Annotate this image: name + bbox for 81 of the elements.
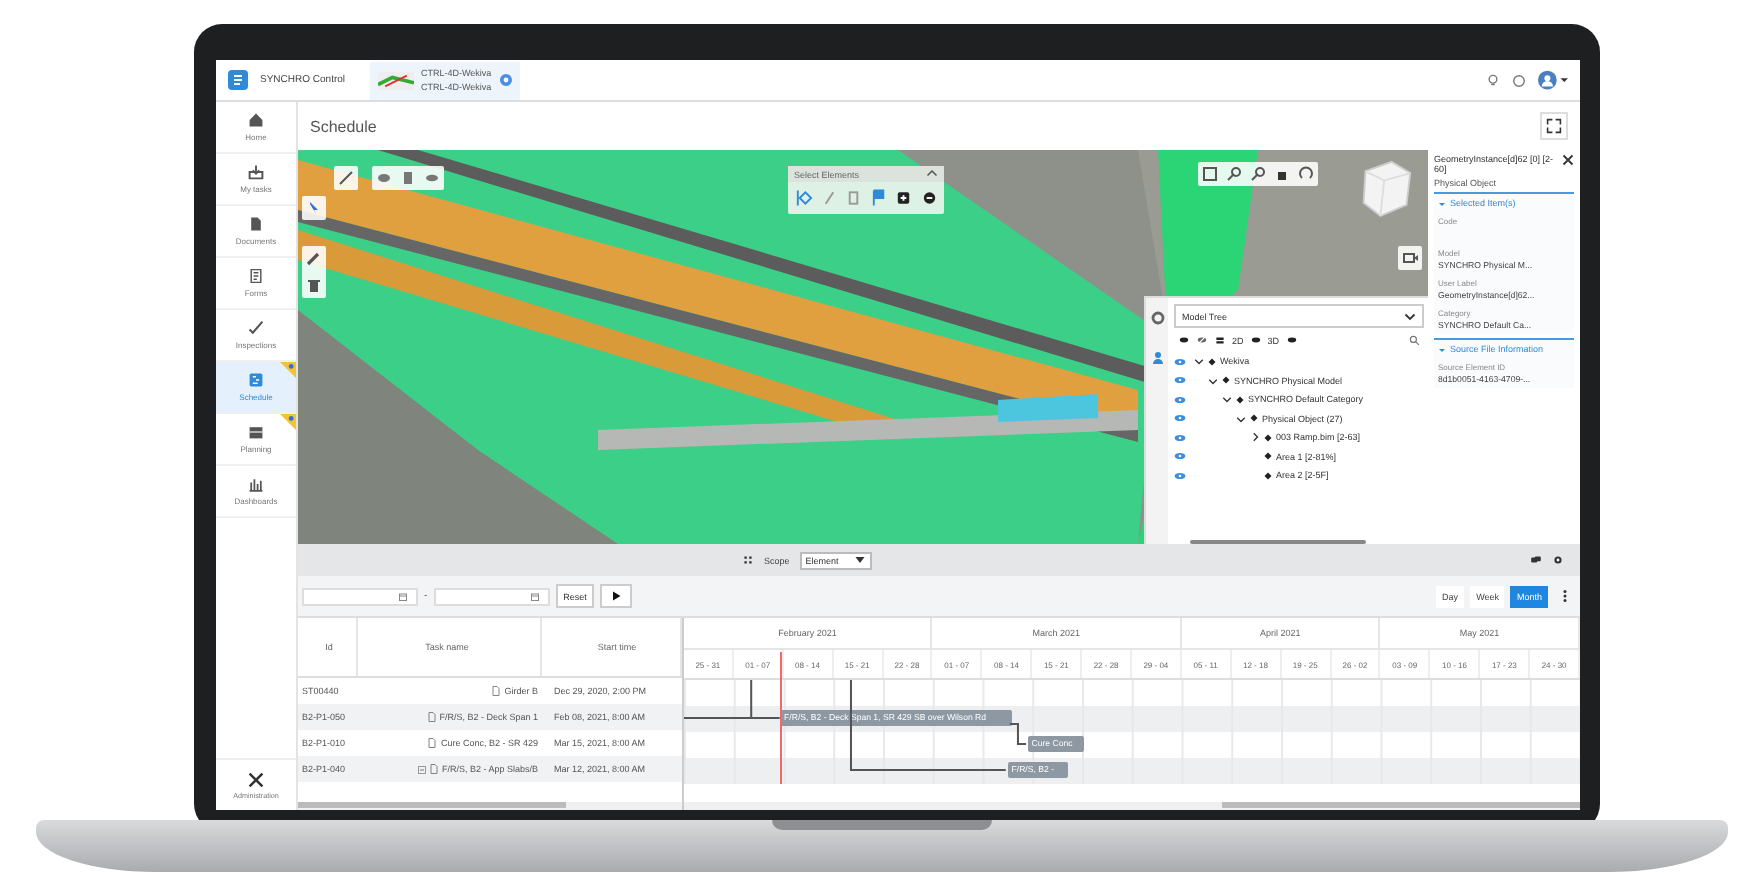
collapse-toggle-icon[interactable] <box>417 765 426 773</box>
grid-toggle-icon[interactable] <box>742 554 754 566</box>
pencil-icon[interactable] <box>304 248 324 268</box>
measure-icon[interactable] <box>336 168 356 188</box>
calendar-icon <box>398 591 408 601</box>
end-date-field[interactable] <box>433 587 550 605</box>
shape-icon[interactable] <box>374 168 394 188</box>
camera-icon[interactable] <box>1400 248 1420 268</box>
plus-icon[interactable] <box>894 188 913 208</box>
page-title: Schedule <box>310 117 377 135</box>
lightbulb-icon[interactable] <box>1486 73 1500 87</box>
nav-icon <box>248 372 264 388</box>
app-logo-icon <box>228 70 248 90</box>
today-marker <box>780 652 783 784</box>
node-icon <box>1264 471 1272 480</box>
project-thumbnail-icon <box>377 71 414 89</box>
eye-icon[interactable] <box>1285 334 1298 346</box>
link-icon[interactable] <box>1530 554 1542 566</box>
collapse-icon[interactable] <box>926 168 938 180</box>
calendar-icon <box>529 591 540 601</box>
eye-off-icon[interactable] <box>1196 334 1208 346</box>
expand-caret-icon[interactable] <box>1208 375 1218 386</box>
visibility-eye-icon[interactable] <box>1174 414 1186 423</box>
visibility-eye-icon[interactable] <box>1174 376 1186 385</box>
node-icon <box>1264 452 1272 461</box>
visibility-eye-icon[interactable] <box>1174 433 1186 442</box>
eye-icon[interactable] <box>1178 334 1190 346</box>
document-icon <box>427 712 436 722</box>
chevron-down-icon <box>1404 310 1416 322</box>
visibility-eye-icon[interactable] <box>1174 357 1186 366</box>
visibility-eye-icon[interactable] <box>1174 471 1186 480</box>
dependency-line <box>1009 723 1027 745</box>
nav-icon <box>248 268 264 284</box>
nav-icon <box>248 424 264 440</box>
cursor-icon[interactable] <box>304 198 324 218</box>
document-icon <box>429 764 438 774</box>
search-icon[interactable] <box>1408 334 1420 346</box>
node-icon <box>1222 376 1230 385</box>
eye-icon[interactable] <box>1249 334 1262 346</box>
nav-icon <box>248 112 264 128</box>
scrollbar-thumb[interactable] <box>1221 802 1580 808</box>
node-icon <box>1250 414 1258 423</box>
visibility-eye-icon[interactable] <box>1174 395 1186 404</box>
expand-caret-icon[interactable] <box>1222 394 1232 405</box>
box-icon[interactable] <box>398 168 418 188</box>
document-icon <box>428 738 437 748</box>
minus-icon[interactable] <box>919 188 938 208</box>
gear-icon[interactable] <box>1147 308 1167 328</box>
play-icon <box>610 590 623 602</box>
fullscreen-icon[interactable] <box>1540 112 1568 140</box>
chevron-icon <box>1438 345 1446 353</box>
trash-icon[interactable] <box>304 276 324 296</box>
node-icon <box>1236 395 1244 404</box>
dropdown-arrow-icon <box>854 554 867 566</box>
nav-icon <box>248 476 264 492</box>
chevron-icon <box>1438 199 1446 207</box>
expand-caret-icon[interactable] <box>1250 432 1260 443</box>
avatar-icon[interactable] <box>1538 70 1568 90</box>
start-date-field[interactable] <box>302 587 418 605</box>
node-icon <box>1208 357 1216 366</box>
more-options-icon[interactable] <box>1562 588 1568 604</box>
nav-icon <box>248 164 264 180</box>
nav-icon <box>248 216 264 232</box>
scrollbar-thumb[interactable] <box>298 802 567 808</box>
node-icon <box>1264 433 1272 442</box>
dependency-line <box>684 680 781 719</box>
nav-icon <box>248 320 264 336</box>
zoom-in-icon[interactable] <box>1224 164 1244 184</box>
zoom-icon[interactable] <box>1248 164 1268 184</box>
layers-icon[interactable] <box>1214 334 1226 346</box>
close-icon[interactable] <box>1562 154 1574 166</box>
play-button[interactable] <box>600 584 633 608</box>
visibility-eye-icon[interactable] <box>1174 452 1186 461</box>
person-icon[interactable] <box>1147 348 1167 368</box>
rotate-icon[interactable] <box>1296 164 1316 184</box>
document-icon <box>492 686 501 696</box>
expand-caret-icon[interactable] <box>1236 413 1246 424</box>
select-icon[interactable] <box>794 188 813 208</box>
settings-icon[interactable] <box>1552 554 1564 566</box>
expand-caret-icon[interactable] <box>1194 356 1204 367</box>
fit-view-icon[interactable] <box>1200 164 1220 184</box>
